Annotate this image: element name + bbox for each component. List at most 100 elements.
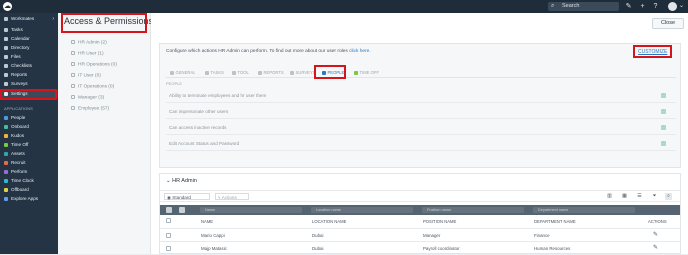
column-header-position[interactable]: POSITION NAME	[423, 219, 456, 224]
tab-tool[interactable]: TOOL	[232, 68, 249, 78]
sidebar-item-recruit[interactable]: Recruit	[0, 159, 58, 167]
select-all-icon[interactable]	[179, 207, 185, 213]
lightning-icon: ϟ	[218, 195, 221, 200]
column-header-actions: ACTIONS	[648, 219, 667, 224]
tab-label: TOOL	[237, 70, 249, 75]
cloud-icon[interactable]: ☁	[3, 2, 12, 11]
grid-view-icon[interactable]: ▦	[621, 193, 628, 200]
row-checkbox[interactable]	[166, 233, 171, 238]
view-select[interactable]: ◉ Standard	[164, 193, 210, 200]
tab-reports[interactable]: REPORTS	[258, 68, 284, 78]
permission-checkbox[interactable]	[661, 93, 666, 98]
location-filter[interactable]: Location name	[311, 207, 413, 213]
calendar-icon	[4, 37, 8, 41]
sidebar-item-surveys[interactable]: Surveys	[0, 80, 58, 88]
tab-surveys[interactable]: SURVEYS	[290, 68, 315, 78]
sidebar-item-files[interactable]: Files	[0, 53, 58, 61]
plus-icon[interactable]: +	[638, 2, 647, 11]
sidebar-item-reports[interactable]: Reports	[0, 71, 58, 79]
tab-tasks[interactable]: TASKS	[205, 68, 224, 78]
sidebar-item-time-off[interactable]: Time Off	[0, 141, 58, 149]
sidebar-item-people[interactable]: People	[0, 114, 58, 122]
role-item-employee[interactable]: Employee (57)	[71, 106, 109, 111]
sidebar-item-offboard[interactable]: Offboard	[0, 186, 58, 194]
avatar[interactable]	[668, 2, 677, 11]
tab-label: TASKS	[210, 70, 224, 75]
sidebar-item-directory[interactable]: Directory	[0, 44, 58, 52]
cell-position: Payroll coordinator	[423, 246, 460, 251]
applications-section-label: APPLICATIONS	[4, 106, 33, 111]
roles-panel: Access & Permissions HR Admin (2) HR Use…	[58, 13, 153, 254]
sidebar-item-time-clock[interactable]: Time Clock	[0, 177, 58, 185]
cell-location: Dubai	[312, 246, 324, 251]
select-all-checkbox[interactable]	[166, 218, 171, 223]
people-icon	[4, 116, 8, 120]
edit-icon[interactable]: ✎	[653, 242, 658, 255]
actions-select[interactable]: ϟ Actions	[215, 193, 249, 200]
sidebar-item-explore-apps[interactable]: Explore Apps	[0, 195, 58, 203]
role-item-it-user[interactable]: IT User (0)	[71, 73, 101, 78]
list-view-icon[interactable]: ☰	[636, 193, 643, 200]
table-toolbar: ◉ Standard ϟ Actions ▥ ▦ ☰ ⏷ ⌕	[160, 190, 680, 202]
tab-general[interactable]: GENERAL	[170, 68, 196, 78]
role-item-hr-user[interactable]: HR User (1)	[71, 51, 104, 56]
customize-link[interactable]: CUSTOMIZE	[638, 49, 667, 55]
role-item-hr-operations[interactable]: HR Operations (0)	[71, 62, 117, 67]
sidebar-item-tasks[interactable]: Tasks	[0, 26, 58, 34]
search-box[interactable]: ⌕ Search	[548, 2, 619, 11]
sidebar-item-perform[interactable]: Perform	[0, 168, 58, 176]
sidebar-item-assets[interactable]: Assets	[0, 150, 58, 158]
user-roles-link[interactable]: click here.	[349, 49, 371, 54]
tab-people[interactable]: PEOPLE	[322, 68, 344, 78]
sidebar-item-label: Onboard	[11, 124, 29, 129]
role-label: IT Operations (0)	[78, 84, 115, 90]
search-icon[interactable]: ⌕	[665, 193, 672, 200]
search-icon: ⌕	[551, 3, 555, 9]
name-filter[interactable]: Name	[200, 207, 302, 213]
time-off-icon	[354, 71, 358, 75]
role-item-manager[interactable]: Manager (3)	[71, 95, 104, 100]
sidebar-item-label: Checklists	[11, 63, 32, 68]
pen-icon[interactable]: ✎	[624, 2, 633, 11]
tasks-icon	[205, 71, 209, 75]
permission-checkbox[interactable]	[661, 109, 666, 114]
close-button[interactable]: Close	[652, 18, 684, 29]
column-header-location[interactable]: LOCATION NAME	[312, 219, 346, 224]
sidebar-item-onboard[interactable]: Onboard	[0, 123, 58, 131]
row-checkbox[interactable]	[166, 246, 171, 251]
settings-icon[interactable]	[166, 207, 172, 213]
role-item-it-operations[interactable]: IT Operations (0)	[71, 84, 114, 89]
permission-row: Edit Account Status and Password	[166, 136, 676, 151]
table-row[interactable]: Majp Matasic Dubai Payroll coordinator H…	[160, 241, 680, 254]
filter-bar: Name Location name Position name Departm…	[160, 205, 680, 215]
sidebar-item-label: Explore Apps	[11, 196, 39, 201]
role-label: HR Admin (2)	[78, 40, 107, 46]
table-row[interactable]: Mario Cappi Dubai Manager Finance ✎	[160, 228, 680, 241]
bar-chart-icon[interactable]: ▥	[606, 193, 613, 200]
department-filter[interactable]: Department name	[533, 207, 635, 213]
sidebar-item-checklists[interactable]: Checklists	[0, 62, 58, 70]
sidebar-item-kudos[interactable]: Kudos	[0, 132, 58, 140]
sidebar-item-company[interactable]: Workmates ›	[0, 15, 58, 23]
hr-admin-users-panel: ⌄ HR Admin ◉ Standard ϟ Actions ▥ ▦ ☰ ⏷ …	[159, 173, 681, 254]
cell-name: Majp Matasic	[201, 246, 227, 251]
column-header-department[interactable]: DEPARTMENT NAME	[534, 219, 576, 224]
directory-icon	[4, 46, 8, 50]
filter-icon[interactable]: ⏷	[651, 193, 658, 200]
permission-checkbox[interactable]	[661, 125, 666, 130]
tab-time-off[interactable]: TIME OFF	[354, 68, 379, 78]
permission-checkbox[interactable]	[661, 141, 666, 146]
hr-admin-heading[interactable]: ⌄ HR Admin	[166, 178, 197, 184]
sidebar-item-settings[interactable]: Settings	[0, 90, 58, 98]
position-filter[interactable]: Position name	[422, 207, 524, 213]
sidebar-item-calendar[interactable]: Calendar	[0, 35, 58, 43]
chevron-down-icon[interactable]: ⌄	[679, 2, 686, 11]
tab-label: GENERAL	[175, 70, 196, 75]
people-icon	[322, 71, 326, 75]
column-header-name[interactable]: NAME	[201, 219, 213, 224]
role-item-hr-admin[interactable]: HR Admin (2)	[71, 40, 107, 45]
surveys-icon	[4, 82, 8, 86]
sidebar-item-label: Recruit	[11, 160, 26, 165]
actions-select-value: Actions	[221, 195, 237, 200]
help-icon[interactable]: ?	[651, 2, 660, 11]
